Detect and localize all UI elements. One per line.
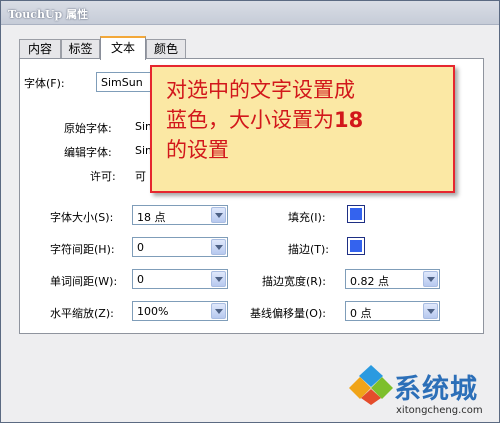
watermark-url: xitongcheng.com <box>396 405 483 416</box>
permission-label: 许可: <box>90 170 116 183</box>
chevron-down-icon[interactable] <box>423 271 438 287</box>
tab-content[interactable]: 内容 <box>19 39 61 59</box>
stroke-width-label: 描边宽度(R): <box>262 275 326 288</box>
font-size-label: 字体大小(S): <box>50 211 114 224</box>
baseline-offset-label: 基线偏移量(O): <box>250 307 326 320</box>
char-spacing-label: 字符间距(H): <box>50 243 115 256</box>
font-select[interactable]: SimSun <box>96 72 156 92</box>
stroke-width-value: 0.82 点 <box>350 275 389 288</box>
tab-text[interactable]: 文本 <box>100 36 146 60</box>
font-size-value: 18 点 <box>137 211 166 224</box>
fill-color-swatch[interactable] <box>347 205 365 223</box>
window-title: TouchUp 属性 <box>8 8 89 21</box>
xitongcheng-logo-icon <box>349 365 393 405</box>
font-size-select[interactable]: 18 点 <box>132 205 228 225</box>
permission-value: 可 <box>135 170 146 183</box>
stroke-width-select[interactable]: 0.82 点 <box>345 269 440 289</box>
horizontal-scale-select[interactable]: 100% <box>132 301 228 321</box>
touchup-properties-dialog: TouchUp 属性 内容 标签 文本 颜色 字体(F): SimSun 原始字… <box>0 0 500 423</box>
font-label: 字体(F): <box>24 77 65 90</box>
edit-font-label: 编辑字体: <box>64 146 112 159</box>
tab-tags[interactable]: 标签 <box>61 39 100 59</box>
chevron-down-icon[interactable] <box>211 271 226 287</box>
watermark: 系统城 xitongcheng.com <box>348 365 498 421</box>
watermark-brand: 系统城 <box>394 374 478 405</box>
stroke-color-swatch[interactable] <box>347 237 365 255</box>
chevron-down-icon[interactable] <box>423 303 438 319</box>
horizontal-scale-value: 100% <box>137 305 169 318</box>
chevron-down-icon[interactable] <box>211 303 226 319</box>
fill-label: 填充(I): <box>288 211 326 224</box>
callout-line-3: 的设置 <box>166 138 229 162</box>
callout-line-2: 蓝色，大小设置为18 <box>166 105 447 135</box>
baseline-offset-select[interactable]: 0 点 <box>345 301 440 321</box>
horizontal-scale-label: 水平缩放(Z): <box>50 307 114 320</box>
original-font-label: 原始字体: <box>64 122 112 135</box>
callout-line-2-text: 蓝色，大小设置为 <box>166 108 334 132</box>
title-bar[interactable]: TouchUp 属性 <box>1 1 499 25</box>
tab-color[interactable]: 颜色 <box>146 39 186 59</box>
word-spacing-select[interactable]: 0 <box>132 269 228 289</box>
char-spacing-select[interactable]: 0 <box>132 237 228 257</box>
word-spacing-label: 单词间距(W): <box>50 275 118 288</box>
annotation-callout: 对选中的文字设置成 蓝色，大小设置为18 的设置 <box>150 65 455 193</box>
baseline-offset-value: 0 点 <box>350 307 372 320</box>
chevron-down-icon[interactable] <box>211 239 226 255</box>
char-spacing-value: 0 <box>137 241 144 254</box>
stroke-color <box>350 240 362 252</box>
stroke-label: 描边(T): <box>288 243 330 256</box>
callout-line-1: 对选中的文字设置成 <box>166 78 355 102</box>
chevron-down-icon[interactable] <box>211 207 226 223</box>
font-select-value: SimSun <box>101 76 143 89</box>
word-spacing-value: 0 <box>137 273 144 286</box>
callout-font-size-number: 18 <box>334 108 364 132</box>
fill-color <box>350 208 362 220</box>
